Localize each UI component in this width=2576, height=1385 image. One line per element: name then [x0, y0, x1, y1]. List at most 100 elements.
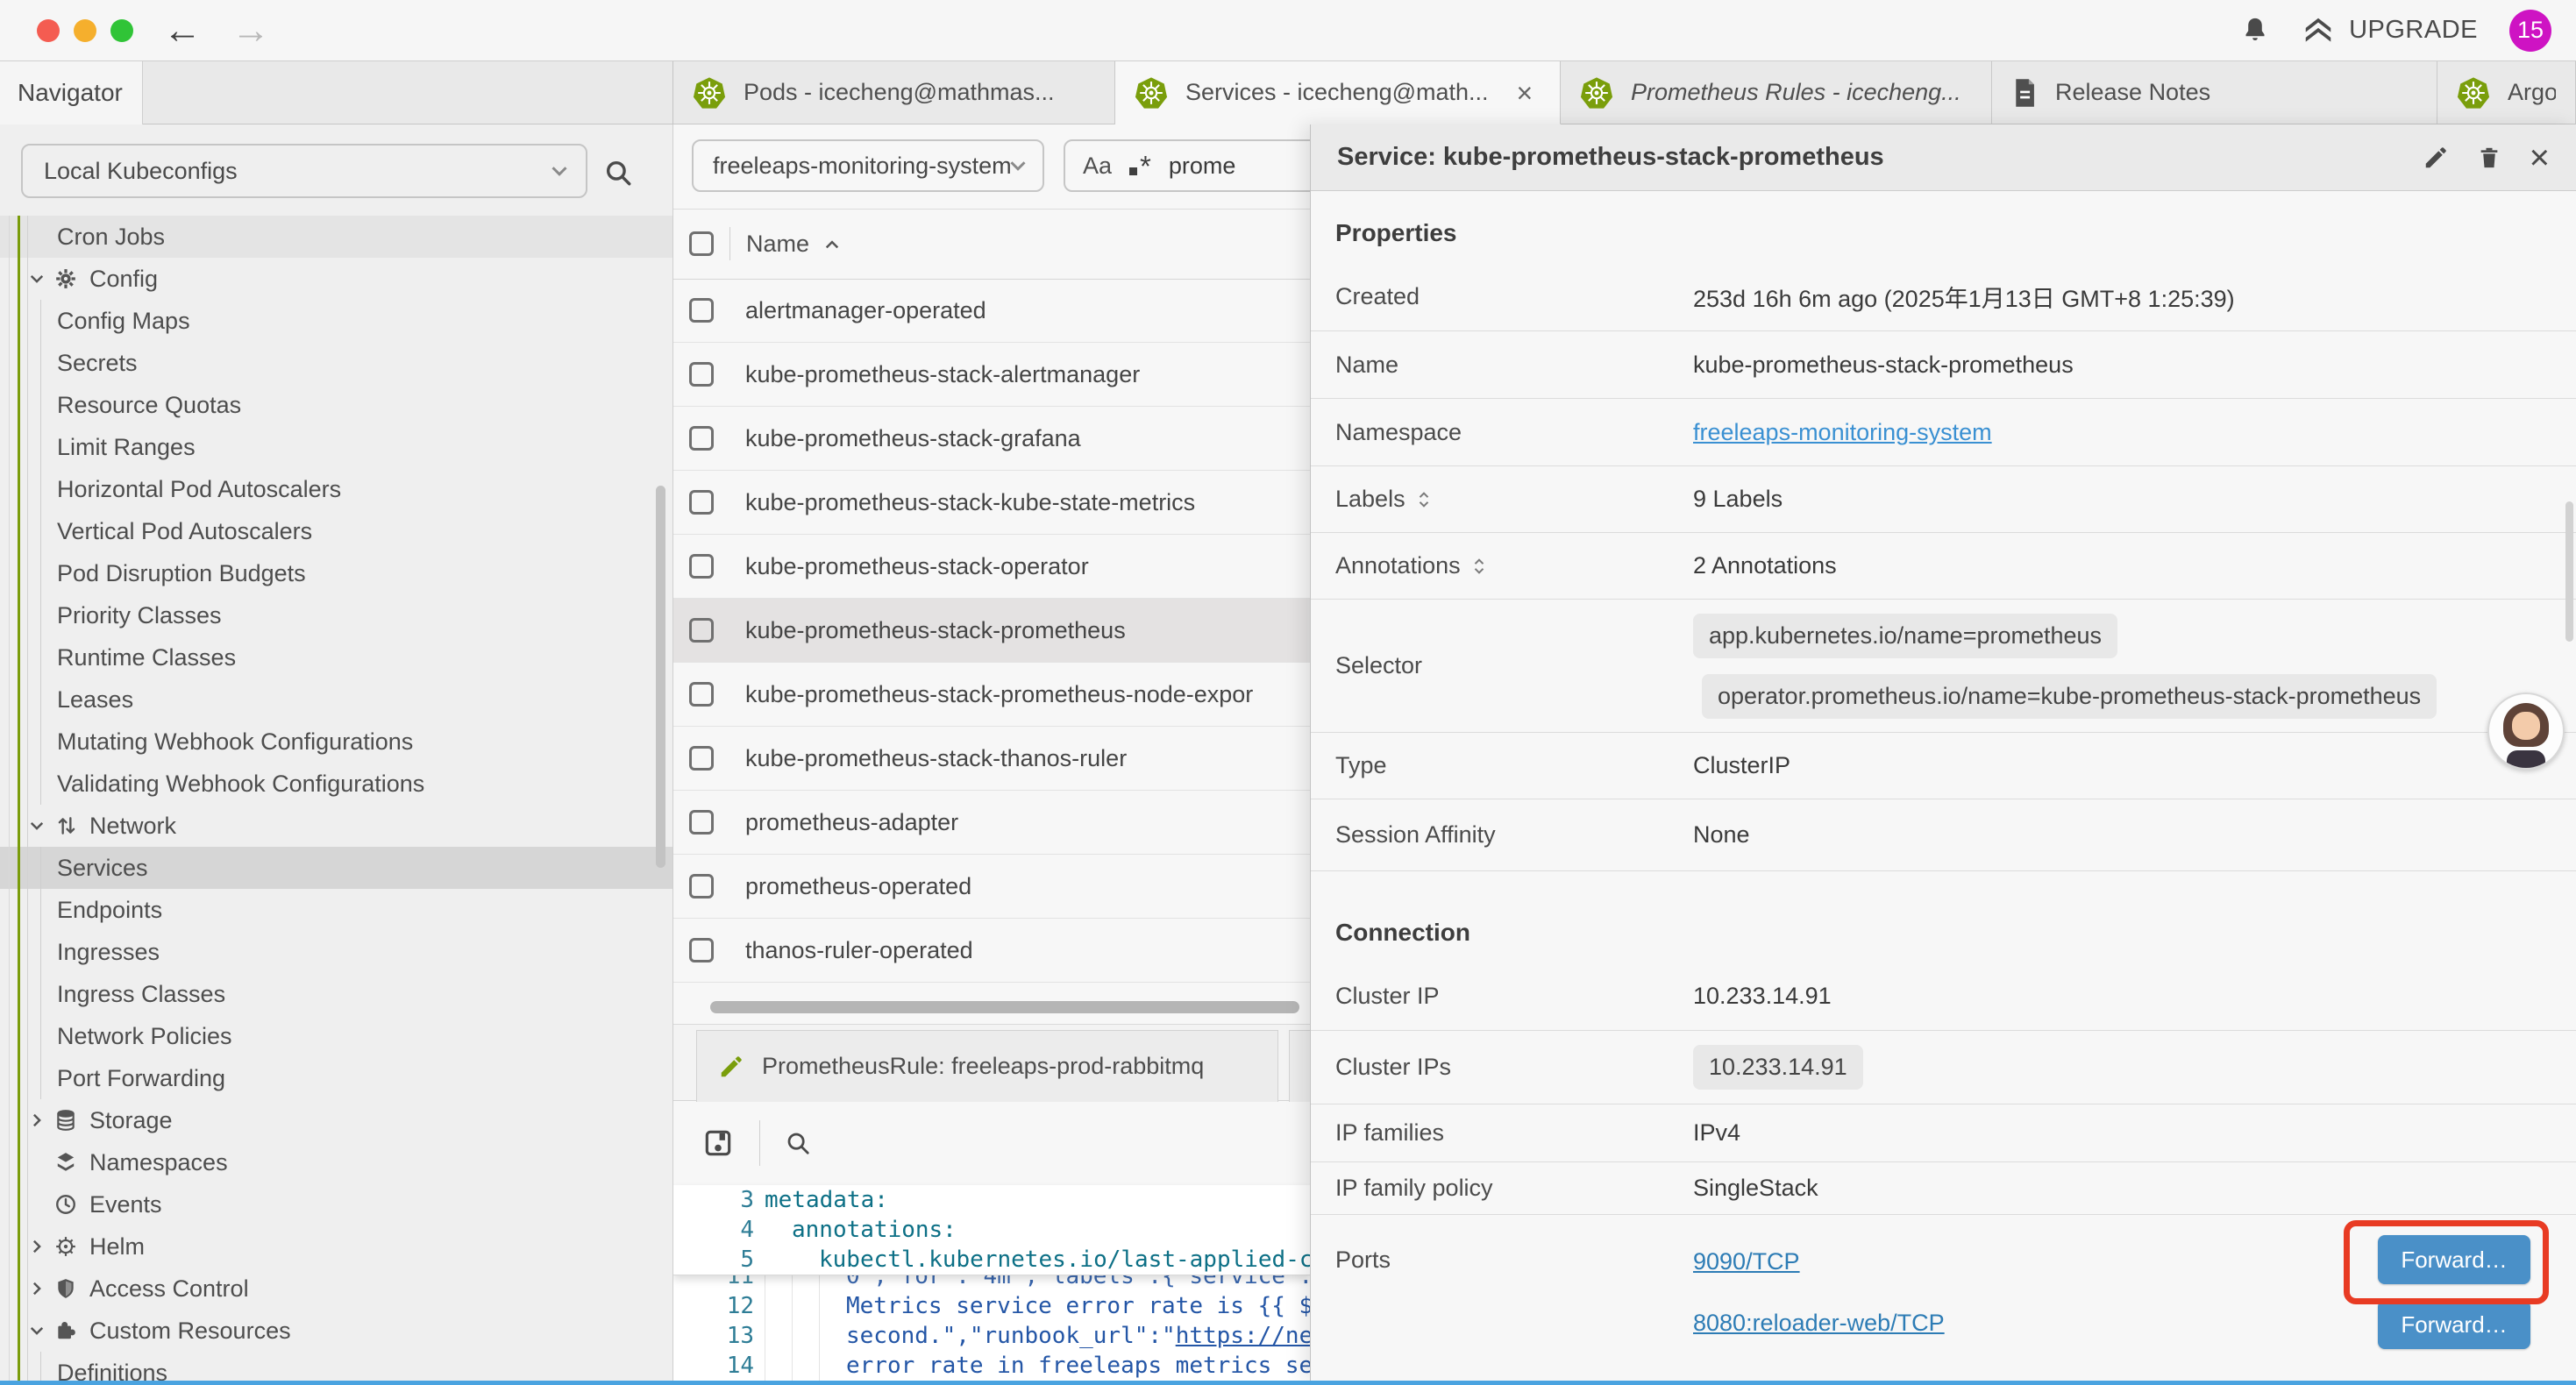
- table-row[interactable]: kube-prometheus-stack-operator: [673, 535, 1310, 599]
- chevron-right-icon[interactable]: [28, 1112, 54, 1129]
- save-icon[interactable]: [701, 1126, 735, 1160]
- sidebar-scrollbar[interactable]: [656, 486, 665, 868]
- back-arrow-icon[interactable]: ←: [163, 11, 202, 50]
- table-row[interactable]: prometheus-adapter: [673, 791, 1310, 855]
- sidebar-item-ingress-classes[interactable]: Ingress Classes: [0, 973, 672, 1015]
- sort-asc-icon[interactable]: [823, 237, 841, 251]
- row-checkbox[interactable]: [689, 810, 714, 835]
- chevron-right-icon[interactable]: [28, 1280, 54, 1297]
- sidebar-item-definitions[interactable]: Definitions: [0, 1352, 672, 1381]
- row-checkbox[interactable]: [689, 490, 714, 515]
- sidebar-item-runtime-classes[interactable]: Runtime Classes: [0, 636, 672, 678]
- sidebar-item-custom-resources[interactable]: Custom Resources: [0, 1310, 672, 1352]
- sidebar-item-leases[interactable]: Leases: [0, 678, 672, 721]
- edit-icon[interactable]: [2423, 145, 2449, 171]
- forward-button[interactable]: Forward…: [2378, 1235, 2530, 1284]
- forward-button[interactable]: Forward…: [2378, 1300, 2530, 1349]
- sidebar-item-config-maps[interactable]: Config Maps: [0, 300, 672, 342]
- navigator-panel-tab[interactable]: Navigator: [0, 61, 143, 124]
- table-row[interactable]: kube-prometheus-stack-prometheus: [673, 599, 1310, 663]
- sidebar-item-validating-webhook-configurations[interactable]: Validating Webhook Configurations: [0, 763, 672, 805]
- tab-prometheus-rules-icecheng[interactable]: Prometheus Rules - icecheng...: [1561, 61, 1992, 124]
- table-row[interactable]: kube-prometheus-stack-thanos-ruler: [673, 727, 1310, 791]
- notifications-bell-icon[interactable]: [2240, 16, 2270, 46]
- regex-icon[interactable]: *: [1129, 152, 1151, 181]
- close-icon[interactable]: ×: [2530, 140, 2550, 175]
- row-checkbox[interactable]: [689, 746, 714, 771]
- select-all-checkbox[interactable]: [689, 231, 714, 256]
- row-checkbox[interactable]: [689, 426, 714, 451]
- sidebar-item-ingresses[interactable]: Ingresses: [0, 931, 672, 973]
- chevron-down-icon[interactable]: [28, 817, 54, 835]
- row-checkbox[interactable]: [689, 874, 714, 898]
- sidebar-item-mutating-webhook-configurations[interactable]: Mutating Webhook Configurations: [0, 721, 672, 763]
- row-checkbox[interactable]: [689, 938, 714, 962]
- sort-updown-icon[interactable]: [1416, 490, 1432, 509]
- port-link[interactable]: 9090/TCP: [1693, 1248, 1800, 1275]
- chevron-down-icon[interactable]: [28, 1322, 54, 1339]
- tab-argo-se[interactable]: Argo Se: [2437, 61, 2576, 124]
- table-row[interactable]: kube-prometheus-stack-prometheus-node-ex…: [673, 663, 1310, 727]
- search-input[interactable]: Aa * prome: [1064, 139, 1310, 192]
- close-window-button[interactable]: [37, 19, 60, 42]
- runbook-url-link[interactable]: https://net: [1176, 1323, 1310, 1349]
- editor-search-icon[interactable]: [785, 1130, 811, 1156]
- sidebar-item-access-control[interactable]: Access Control: [0, 1268, 672, 1310]
- sidebar-item-config[interactable]: Config: [0, 258, 672, 300]
- drawer-scrollbar[interactable]: [2565, 501, 2573, 642]
- kubeconfig-select[interactable]: Local Kubeconfigs: [21, 144, 587, 198]
- table-row[interactable]: thanos-ruler-operated: [673, 919, 1310, 983]
- forward-arrow-icon[interactable]: →: [231, 11, 270, 50]
- notification-count-badge[interactable]: 15: [2509, 10, 2551, 52]
- tab-services-icecheng-math[interactable]: Services - icecheng@math...×: [1115, 61, 1561, 124]
- table-row[interactable]: kube-prometheus-stack-kube-state-metrics: [673, 471, 1310, 535]
- avatar[interactable]: [2487, 692, 2565, 770]
- sidebar-search-icon[interactable]: [603, 158, 633, 188]
- sidebar-item-resource-quotas[interactable]: Resource Quotas: [0, 384, 672, 426]
- delete-icon[interactable]: [2477, 145, 2501, 171]
- sidebar-item-secrets[interactable]: Secrets: [0, 342, 672, 384]
- sidebar-item-priority-classes[interactable]: Priority Classes: [0, 594, 672, 636]
- yaml-editor[interactable]: 3metadata:4annotations:5kubectl.kubernet…: [673, 1185, 1310, 1381]
- namespace-select[interactable]: freeleaps-monitoring-system: [692, 139, 1044, 192]
- close-tab-icon[interactable]: ×: [1517, 79, 1534, 107]
- sort-updown-icon[interactable]: [1471, 557, 1487, 576]
- sidebar-item-storage[interactable]: Storage: [0, 1099, 672, 1141]
- sidebar-item-vertical-pod-autoscalers[interactable]: Vertical Pod Autoscalers: [0, 510, 672, 552]
- editor-body[interactable]: 110","for":"4m","labels":{"service":12Me…: [673, 1275, 1310, 1381]
- upgrade-button[interactable]: UPGRADE: [2302, 14, 2478, 47]
- sidebar-item-network[interactable]: Network: [0, 805, 672, 847]
- maximize-window-button[interactable]: [110, 19, 133, 42]
- sidebar-item-helm[interactable]: Helm: [0, 1225, 672, 1268]
- chevron-right-icon[interactable]: [28, 1238, 54, 1255]
- tab-release-notes[interactable]: Release Notes: [1992, 61, 2437, 124]
- sidebar-item-endpoints[interactable]: Endpoints: [0, 889, 672, 931]
- table-row[interactable]: prometheus-operated: [673, 855, 1310, 919]
- row-checkbox[interactable]: [689, 362, 714, 387]
- table-row[interactable]: kube-prometheus-stack-alertmanager: [673, 343, 1310, 407]
- row-checkbox[interactable]: [689, 554, 714, 579]
- sidebar-item-network-policies[interactable]: Network Policies: [0, 1015, 672, 1057]
- sidebar-item-events[interactable]: Events: [0, 1183, 672, 1225]
- dock-tab-prometheusrule[interactable]: PrometheusRule: freeleaps-prod-rabbitmq: [696, 1030, 1278, 1102]
- minimize-window-button[interactable]: [74, 19, 96, 42]
- port-link[interactable]: 8080:reloader-web/TCP: [1693, 1310, 1945, 1337]
- sidebar-item-port-forwarding[interactable]: Port Forwarding: [0, 1057, 672, 1099]
- sidebar-item-cron-jobs[interactable]: Cron Jobs: [0, 216, 672, 258]
- chevron-down-icon[interactable]: [28, 270, 54, 288]
- tab-pods-icecheng-mathmas[interactable]: Pods - icecheng@mathmas...: [673, 61, 1115, 124]
- horizontal-scrollbar[interactable]: [710, 1001, 1299, 1013]
- match-case-icon[interactable]: Aa: [1083, 153, 1112, 180]
- sidebar-item-services[interactable]: Services: [0, 847, 672, 889]
- table-row[interactable]: alertmanager-operated: [673, 279, 1310, 343]
- sidebar-item-namespaces[interactable]: Namespaces: [0, 1141, 672, 1183]
- row-checkbox[interactable]: [689, 682, 714, 707]
- name-column-header[interactable]: Name: [746, 231, 809, 258]
- table-row[interactable]: kube-prometheus-stack-grafana: [673, 407, 1310, 471]
- row-checkbox[interactable]: [689, 618, 714, 643]
- row-checkbox[interactable]: [689, 298, 714, 323]
- sidebar-item-horizontal-pod-autoscalers[interactable]: Horizontal Pod Autoscalers: [0, 468, 672, 510]
- sidebar-item-pod-disruption-budgets[interactable]: Pod Disruption Budgets: [0, 552, 672, 594]
- sidebar-item-limit-ranges[interactable]: Limit Ranges: [0, 426, 672, 468]
- namespace-link[interactable]: freeleaps-monitoring-system: [1693, 419, 1992, 446]
